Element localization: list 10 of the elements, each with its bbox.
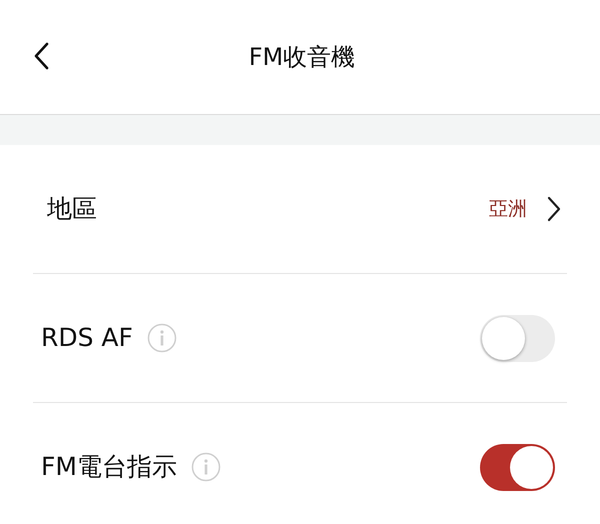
chevron-right-icon (547, 196, 561, 222)
page-title: FM收音機 (248, 42, 356, 73)
info-icon[interactable] (190, 452, 221, 482)
setting-value: 亞洲 (489, 196, 527, 222)
setting-label: RDS AF (41, 322, 133, 354)
toggle-switch[interactable] (480, 444, 555, 490)
info-icon[interactable] (146, 323, 177, 353)
setting-label: 地區 (47, 193, 97, 226)
setting-label: FM電台指示 (41, 451, 177, 484)
toggle-switch[interactable] (480, 314, 555, 362)
